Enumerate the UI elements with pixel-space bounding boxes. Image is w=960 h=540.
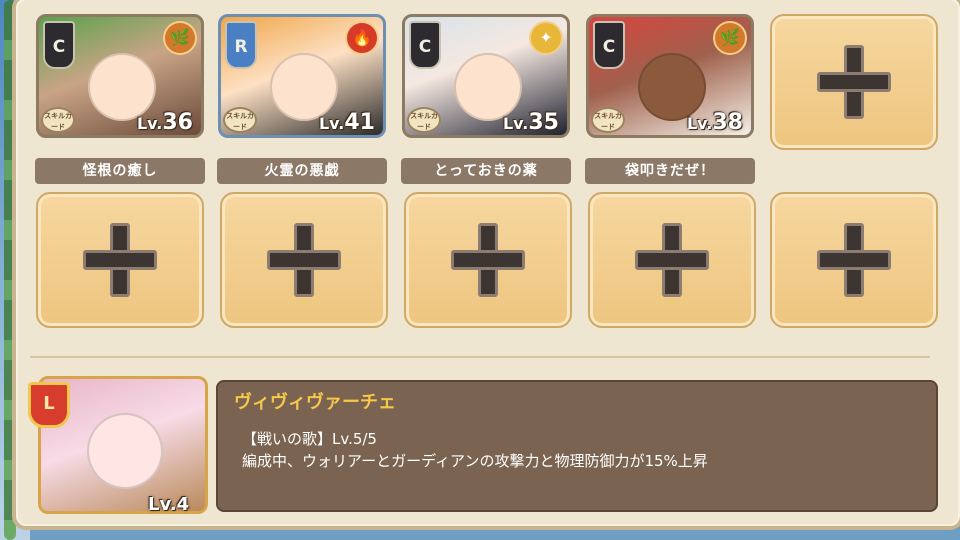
empty-party-slot[interactable] — [36, 192, 204, 328]
level-label: Lv.41 — [318, 110, 375, 135]
plus-icon — [635, 223, 709, 297]
plus-icon — [817, 45, 891, 119]
skill-card-icon: スキルカード — [407, 107, 441, 133]
rarity-badge: C — [43, 21, 75, 69]
rarity-badge: C — [409, 21, 441, 69]
level-label: Lv.35 — [502, 110, 559, 135]
plus-icon — [817, 223, 891, 297]
plus-icon — [451, 223, 525, 297]
skill-card-icon: スキルカード — [41, 107, 75, 133]
unit-card-1[interactable]: C 🌿 スキルカード Lv.36 — [36, 14, 204, 138]
empty-party-slot[interactable] — [770, 192, 938, 328]
skill-card-icon: スキルカード — [223, 107, 257, 133]
level-label: Lv.38 — [686, 110, 743, 135]
leader-portrait — [87, 413, 163, 489]
empty-party-slot[interactable] — [404, 192, 572, 328]
skill-name: とっておきの薬 — [401, 158, 571, 184]
earth-element-icon: 🌿 — [713, 21, 747, 55]
light-element-icon: ✦ — [529, 21, 563, 55]
unit-card-3[interactable]: C ✦ スキルカード Lv.35 — [402, 14, 570, 138]
skill-name: 火霊の悪戯 — [217, 158, 387, 184]
rarity-badge: R — [225, 21, 257, 69]
leader-badge-icon: L — [28, 382, 70, 428]
empty-party-slot[interactable] — [588, 192, 756, 328]
leader-skill-description: 編成中、ウォリアーとガーディアンの攻撃力と物理防御力が15%上昇 — [242, 452, 708, 470]
empty-party-slot[interactable] — [770, 14, 938, 150]
rarity-badge: C — [593, 21, 625, 69]
fire-element-icon: 🔥 — [345, 21, 379, 55]
leader-name: ヴィヴィヴァーチェ — [234, 392, 396, 413]
leader-skill-title: 【戦いの歌】Lv.5/5 — [242, 430, 377, 448]
section-divider — [30, 356, 930, 358]
earth-element-icon: 🌿 — [163, 21, 197, 55]
unit-card-2[interactable]: R 🔥 スキルカード Lv.41 — [218, 14, 386, 138]
unit-card-4[interactable]: C 🌿 スキルカード Lv.38 — [586, 14, 754, 138]
skill-name: 怪根の癒し — [35, 158, 205, 184]
empty-party-slot[interactable] — [220, 192, 388, 328]
skill-card-icon: スキルカード — [591, 107, 625, 133]
leader-level: Lv.4 — [148, 494, 190, 515]
skill-name: 袋叩きだぜ！ — [585, 158, 755, 184]
level-label: Lv.36 — [136, 110, 193, 135]
plus-icon — [83, 223, 157, 297]
plus-icon — [267, 223, 341, 297]
